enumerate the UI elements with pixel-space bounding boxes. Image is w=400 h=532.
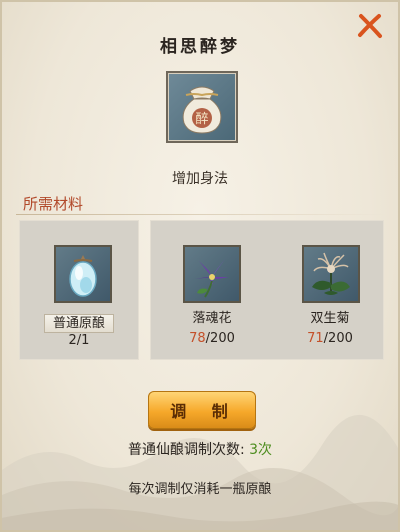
base-material-name: 普通原酿 xyxy=(19,312,139,333)
base-material-box: 普通原酿 2/1 xyxy=(19,220,139,360)
material-name-2: 双生菊 xyxy=(310,311,350,326)
craft-count-line: 普通仙酿调制次数: 3次 xyxy=(2,439,398,459)
material-name-1: 落魂花 xyxy=(192,311,232,326)
material-count-2: 71/200 xyxy=(307,331,353,346)
result-item-slot[interactable]: 醉 xyxy=(166,71,238,143)
material-count-1: 78/200 xyxy=(189,331,235,346)
close-x-icon xyxy=(358,14,382,38)
craft-count-value: 3次 xyxy=(249,442,273,458)
close-button[interactable] xyxy=(356,12,384,40)
herb-materials-box: 落魂花 78/200 双生菊 71/200 xyxy=(150,220,384,360)
purple-flower-icon xyxy=(195,259,229,298)
material-slot-2[interactable] xyxy=(302,245,360,303)
material-slot-1[interactable] xyxy=(183,245,241,303)
craft-count-label: 普通仙酿调制次数: xyxy=(127,442,245,458)
base-material-count: 2/1 xyxy=(68,333,90,348)
section-divider xyxy=(16,214,388,215)
dialog-title: 相思醉梦 xyxy=(160,37,240,57)
chrysanthemum-icon xyxy=(312,252,350,295)
materials-section-title: 所需材料 xyxy=(23,195,84,213)
craft-note: 每次调制仅消耗一瓶原酿 xyxy=(128,482,272,497)
base-material-slot[interactable] xyxy=(54,245,112,303)
wine-pouch-icon: 醉 xyxy=(182,86,222,134)
crystal-gourd-icon xyxy=(69,255,97,297)
craft-button[interactable]: 调 制 xyxy=(148,391,256,429)
crafting-dialog: 相思醉梦 醉 增加身法 所需材料 普通原酿 2/1 落魂花 78/200 双生菊… xyxy=(0,0,400,532)
svg-text:醉: 醉 xyxy=(195,111,208,127)
item-effect-text: 增加身法 xyxy=(172,171,228,187)
